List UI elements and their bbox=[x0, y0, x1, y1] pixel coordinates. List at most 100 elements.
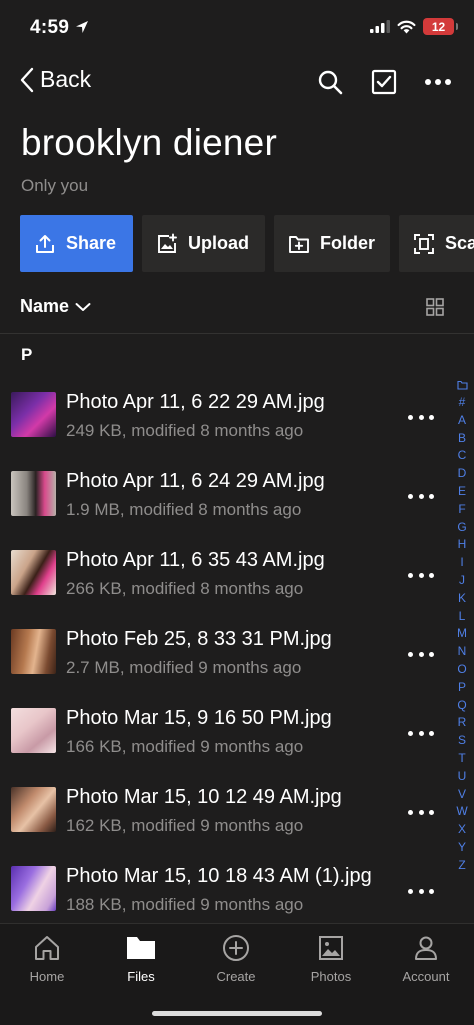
file-row[interactable]: Photo Mar 15, 9 16 50 PM.jpg 166 KB, mod… bbox=[0, 694, 474, 773]
upload-label: Upload bbox=[188, 233, 249, 253]
chevron-left-icon bbox=[20, 67, 34, 92]
index-letter[interactable]: M bbox=[457, 625, 467, 643]
file-more-button[interactable] bbox=[408, 803, 434, 821]
file-thumbnail bbox=[11, 550, 56, 595]
index-letter[interactable]: E bbox=[458, 483, 466, 501]
tab-account[interactable]: Account bbox=[379, 934, 473, 984]
status-indicators: 12 bbox=[370, 18, 458, 35]
nav-bar: Back bbox=[0, 60, 474, 108]
tab-label: Photos bbox=[310, 969, 352, 984]
index-letter[interactable]: C bbox=[458, 447, 467, 465]
home-indicator bbox=[152, 1011, 322, 1016]
account-icon bbox=[415, 936, 437, 960]
select-button[interactable] bbox=[370, 68, 398, 96]
index-letter[interactable]: S bbox=[458, 732, 466, 750]
wifi-icon bbox=[397, 20, 416, 33]
folder-actions: Share Upload Folder Sca bbox=[20, 215, 474, 272]
file-name: Photo Apr 11, 6 22 29 AM.jpg bbox=[66, 391, 325, 413]
index-letter[interactable]: X bbox=[458, 821, 466, 839]
index-letter[interactable]: # bbox=[459, 394, 466, 412]
share-button[interactable]: Share bbox=[20, 215, 133, 272]
index-letter[interactable]: Z bbox=[458, 857, 465, 875]
battery-level: 12 bbox=[431, 19, 446, 34]
index-letter[interactable]: W bbox=[456, 803, 467, 821]
upload-button[interactable]: Upload bbox=[142, 215, 265, 272]
cellular-signal-icon bbox=[370, 20, 390, 33]
file-meta: 162 KB, modified 9 months ago bbox=[66, 816, 304, 835]
new-folder-button[interactable]: Folder bbox=[274, 215, 390, 272]
index-letter[interactable]: T bbox=[458, 750, 465, 768]
index-letter[interactable]: P bbox=[458, 679, 466, 697]
file-thumbnail bbox=[11, 708, 56, 753]
more-options-button[interactable] bbox=[424, 68, 452, 96]
status-bar: 4:59 12 bbox=[0, 0, 474, 56]
file-more-button[interactable] bbox=[408, 408, 434, 426]
file-row[interactable]: Photo Apr 11, 6 35 43 AM.jpg 266 KB, mod… bbox=[0, 536, 474, 615]
tab-label: Files bbox=[127, 969, 155, 984]
alphabet-index[interactable]: # A B C D E F G H I J K L M N O P Q R S … bbox=[454, 380, 470, 875]
tab-home[interactable]: Home bbox=[0, 934, 94, 984]
file-more-button[interactable] bbox=[408, 645, 434, 663]
file-row[interactable]: Photo Apr 11, 6 24 29 AM.jpg 1.9 MB, mod… bbox=[0, 457, 474, 536]
upload-image-icon bbox=[158, 233, 177, 253]
tab-label: Home bbox=[29, 969, 65, 984]
files-icon bbox=[127, 937, 155, 959]
index-letter[interactable]: O bbox=[457, 661, 466, 679]
index-letter[interactable]: G bbox=[457, 519, 466, 537]
index-letter[interactable]: J bbox=[459, 572, 465, 590]
file-more-button[interactable] bbox=[408, 882, 434, 900]
index-letter[interactable]: Y bbox=[458, 839, 466, 857]
scan-button[interactable]: Sca bbox=[399, 215, 474, 272]
file-meta: 249 KB, modified 8 months ago bbox=[66, 421, 304, 440]
file-row[interactable]: Photo Mar 15, 10 18 43 AM (1).jpg 188 KB… bbox=[0, 852, 474, 931]
photos-icon bbox=[319, 936, 343, 960]
folder-sharing-status: Only you bbox=[21, 176, 89, 195]
index-letter[interactable]: L bbox=[459, 608, 466, 626]
search-button[interactable] bbox=[316, 68, 344, 96]
index-letter[interactable]: R bbox=[458, 714, 467, 732]
index-letter[interactable]: D bbox=[458, 465, 467, 483]
create-icon bbox=[223, 935, 249, 961]
index-letter[interactable]: V bbox=[458, 786, 466, 804]
tab-bar: Home Files Create Photos Account bbox=[0, 923, 474, 1025]
index-letter[interactable]: A bbox=[458, 412, 466, 430]
file-meta: 166 KB, modified 9 months ago bbox=[66, 737, 304, 756]
file-thumbnail bbox=[11, 787, 56, 832]
tab-create[interactable]: Create bbox=[189, 934, 283, 984]
index-letter[interactable]: N bbox=[458, 643, 467, 661]
status-time: 4:59 bbox=[30, 17, 70, 38]
file-more-button[interactable] bbox=[408, 724, 434, 742]
index-letter[interactable]: F bbox=[458, 501, 465, 519]
grid-view-icon[interactable] bbox=[426, 298, 444, 316]
sort-row: Name bbox=[0, 284, 474, 334]
index-letter[interactable]: B bbox=[458, 430, 466, 448]
folder-index-icon[interactable] bbox=[456, 380, 468, 390]
index-letter[interactable]: H bbox=[458, 536, 467, 554]
sort-by-button[interactable]: Name bbox=[20, 296, 91, 317]
back-label: Back bbox=[40, 66, 92, 92]
file-thumbnail bbox=[11, 392, 56, 437]
file-name: Photo Apr 11, 6 24 29 AM.jpg bbox=[66, 470, 325, 492]
search-icon bbox=[318, 70, 343, 95]
index-letter[interactable]: U bbox=[458, 768, 467, 786]
index-letter[interactable]: I bbox=[460, 554, 463, 572]
file-more-button[interactable] bbox=[408, 487, 434, 505]
file-name: Photo Mar 15, 10 18 43 AM (1).jpg bbox=[66, 865, 372, 887]
file-more-button[interactable] bbox=[408, 566, 434, 584]
file-list: Photo Apr 11, 6 22 29 AM.jpg 249 KB, mod… bbox=[0, 378, 474, 931]
tab-photos[interactable]: Photos bbox=[284, 934, 378, 984]
add-folder-icon bbox=[289, 235, 309, 253]
index-letter[interactable]: Q bbox=[457, 697, 466, 715]
file-name: Photo Mar 15, 10 12 49 AM.jpg bbox=[66, 786, 342, 808]
file-row[interactable]: Photo Feb 25, 8 33 31 PM.jpg 2.7 MB, mod… bbox=[0, 615, 474, 694]
section-header: P bbox=[21, 345, 33, 364]
file-row[interactable]: Photo Apr 11, 6 22 29 AM.jpg 249 KB, mod… bbox=[0, 378, 474, 457]
file-row[interactable]: Photo Mar 15, 10 12 49 AM.jpg 162 KB, mo… bbox=[0, 773, 474, 852]
folder-label: Folder bbox=[320, 233, 376, 253]
tab-files[interactable]: Files bbox=[94, 934, 188, 984]
index-letter[interactable]: K bbox=[458, 590, 466, 608]
sort-label: Name bbox=[20, 296, 70, 316]
more-horizontal-icon bbox=[425, 79, 451, 85]
file-thumbnail bbox=[11, 866, 56, 911]
back-button[interactable]: Back bbox=[20, 66, 91, 93]
